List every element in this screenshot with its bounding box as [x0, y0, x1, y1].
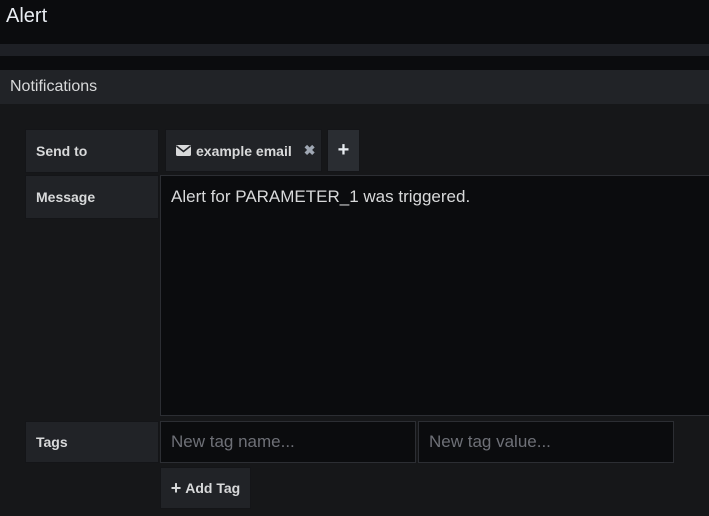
add-tag-label: Add Tag	[185, 480, 241, 496]
recipient-name: example email	[196, 142, 292, 159]
notifications-header: Notifications	[0, 70, 709, 104]
recipient-chip[interactable]: example email ✖	[165, 129, 322, 172]
plus-icon: +	[170, 478, 182, 498]
add-recipient-button[interactable]: +	[327, 129, 360, 172]
tag-value-input[interactable]: New tag value...	[418, 421, 674, 463]
title-bar: Alert	[0, 0, 709, 44]
tags-label: Tags	[25, 421, 159, 463]
divider	[0, 56, 709, 70]
send-to-label: Send to	[25, 129, 159, 173]
tag-name-input[interactable]: New tag name...	[160, 421, 416, 463]
tab-strip	[0, 44, 709, 56]
alert-editor: Alert Notifications Send to example emai…	[0, 0, 709, 516]
message-label: Message	[25, 175, 159, 219]
message-textarea[interactable]: Alert for PARAMETER_1 was triggered.	[160, 175, 709, 416]
envelope-icon	[176, 145, 191, 156]
remove-recipient-icon[interactable]: ✖	[304, 142, 316, 159]
add-tag-button[interactable]: + Add Tag	[160, 467, 251, 509]
section-title: Notifications	[10, 78, 98, 95]
page-title: Alert	[6, 5, 48, 27]
